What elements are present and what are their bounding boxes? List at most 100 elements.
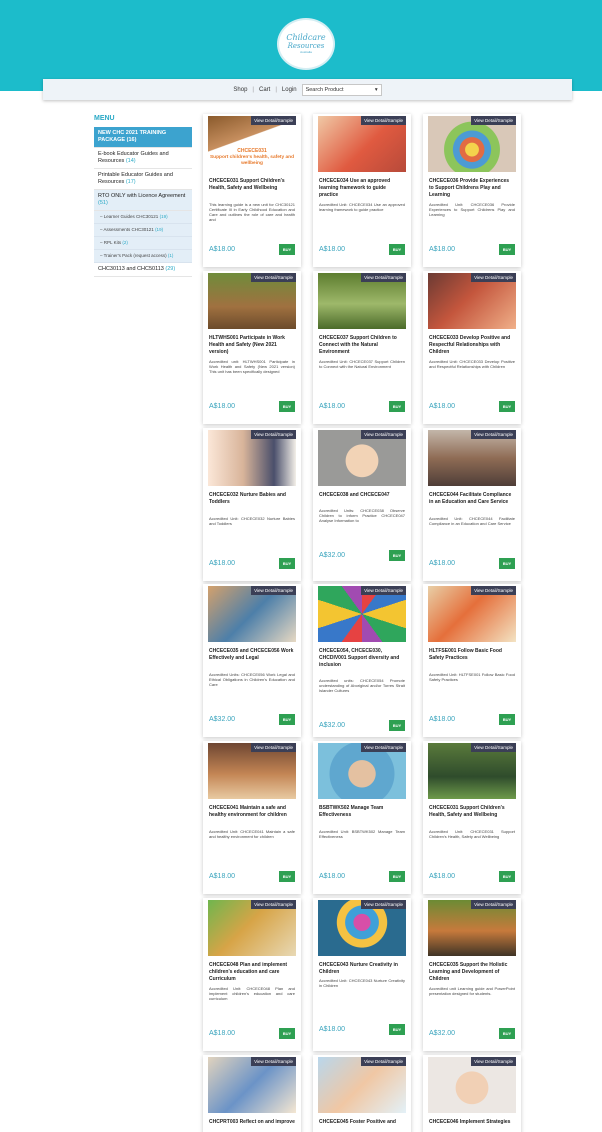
product-card[interactable]: View Detail/Sample CHCECE041 Maintain a … xyxy=(203,741,301,894)
product-card[interactable]: View Detail/Sample BSBTWK502 Manage Team… xyxy=(313,741,411,894)
buy-button[interactable]: BUY xyxy=(499,1028,515,1039)
view-detail-button[interactable]: View Detail/Sample xyxy=(471,273,516,282)
product-image[interactable]: View Detail/Sample xyxy=(318,586,406,642)
buy-button[interactable]: BUY xyxy=(279,244,295,255)
buy-button[interactable]: BUY xyxy=(499,714,515,725)
product-title[interactable]: CHCECE033 Develop Positive and Respectfu… xyxy=(429,335,515,356)
product-title[interactable]: CHCECE032 Nurture Babies and Toddlers xyxy=(209,492,295,506)
product-card[interactable]: View Detail/Sample CHCECE054, CHCECE030,… xyxy=(313,584,411,737)
product-title[interactable]: HLTFSE001 Follow Basic Food Safety Pract… xyxy=(429,648,515,662)
product-title[interactable]: CHCECE043 Nurture Creativity in Children xyxy=(319,962,405,976)
buy-button[interactable]: BUY xyxy=(389,550,405,561)
buy-button[interactable]: BUY xyxy=(389,244,405,255)
buy-button[interactable]: BUY xyxy=(389,871,405,882)
product-image[interactable]: View Detail/Sample xyxy=(428,430,516,486)
product-image[interactable]: View Detail/Sample xyxy=(318,116,406,172)
buy-button[interactable]: BUY xyxy=(279,871,295,882)
product-title[interactable]: BSBTWK502 Manage Team Effectiveness xyxy=(319,805,405,819)
view-detail-button[interactable]: View Detail/Sample xyxy=(361,273,406,282)
product-title[interactable]: CHCECE038 and CHCECE047 xyxy=(319,492,405,499)
sidebar-item-new-chc-2021[interactable]: NEW CHC 2021 TRAINING PACKAGE (16) xyxy=(94,127,192,148)
product-card[interactable]: View Detail/Sample CHCECE046 Implement S… xyxy=(423,1055,521,1132)
product-card[interactable]: View Detail/Sample CHCECE031 Support Chi… xyxy=(423,741,521,894)
product-title[interactable]: CHCECE044 Facilitate Compliance in an Ed… xyxy=(429,492,515,506)
view-detail-button[interactable]: View Detail/Sample xyxy=(361,430,406,439)
sidebar-subitem-assessments[interactable]: – Assessments CHC30121 (19) xyxy=(94,224,192,237)
sidebar-item-chc30113[interactable]: CHC30113 and CHC50113 (29) xyxy=(94,263,192,277)
product-image[interactable]: View Detail/Sample xyxy=(208,743,296,799)
product-card[interactable]: View Detail/Sample HLTFSE001 Follow Basi… xyxy=(423,584,521,737)
product-image[interactable]: View Detail/Sample xyxy=(208,900,296,956)
product-card[interactable]: View Detail/Sample CHCECE043 Nurture Cre… xyxy=(313,898,411,1051)
nav-login-link[interactable]: Login xyxy=(282,87,297,93)
product-image[interactable]: CHCECE031 Support children's health, saf… xyxy=(208,116,296,172)
product-image[interactable]: View Detail/Sample xyxy=(208,586,296,642)
product-card[interactable]: View Detail/Sample CHCECE045 Foster Posi… xyxy=(313,1055,411,1132)
product-image[interactable]: View Detail/Sample xyxy=(428,900,516,956)
sidebar-item-ebook-guides[interactable]: E-book Educator Guides and Resources (14… xyxy=(94,148,192,169)
product-image[interactable]: View Detail/Sample xyxy=(428,586,516,642)
view-detail-button[interactable]: View Detail/Sample xyxy=(251,430,296,439)
product-card[interactable]: CHCECE031 Support children's health, saf… xyxy=(203,114,301,267)
product-image[interactable]: View Detail/Sample xyxy=(318,743,406,799)
product-title[interactable]: CHCECE035 and CHCECE056 Work Effectively… xyxy=(209,648,295,662)
product-title[interactable]: CHCPRT003 Reflect on and improve xyxy=(209,1119,295,1126)
view-detail-button[interactable]: View Detail/Sample xyxy=(361,743,406,752)
product-title[interactable]: CHCECE036 Provide Experiences to Support… xyxy=(429,178,515,199)
product-card[interactable]: View Detail/Sample CHCECE033 Develop Pos… xyxy=(423,271,521,424)
view-detail-button[interactable]: View Detail/Sample xyxy=(471,586,516,595)
product-image[interactable]: View Detail/Sample xyxy=(208,430,296,486)
product-image[interactable]: View Detail/Sample xyxy=(428,743,516,799)
product-title[interactable]: CHCECE046 Implement Strategies xyxy=(429,1119,515,1126)
product-image[interactable]: View Detail/Sample xyxy=(208,1057,296,1113)
sidebar-item-rto-only[interactable]: RTO ONLY with Licence Agreement (51) xyxy=(94,190,192,211)
view-detail-button[interactable]: View Detail/Sample xyxy=(471,900,516,909)
product-title[interactable]: CHCECE041 Maintain a safe and healthy en… xyxy=(209,805,295,819)
product-image[interactable]: View Detail/Sample xyxy=(428,116,516,172)
view-detail-button[interactable]: View Detail/Sample xyxy=(471,1057,516,1066)
product-title[interactable]: CHCECE035 Support the Holistic Learning … xyxy=(429,962,515,983)
product-card[interactable]: View Detail/Sample HLTWHS001 Participate… xyxy=(203,271,301,424)
product-title[interactable]: CHCECE031 Support Children's Health, Saf… xyxy=(429,805,515,819)
nav-cart-link[interactable]: Cart xyxy=(259,87,270,93)
product-title[interactable]: CHCECE054, CHCECE030, CHCDIV001 Support … xyxy=(319,648,405,669)
product-image[interactable]: View Detail/Sample xyxy=(318,273,406,329)
view-detail-button[interactable]: View Detail/Sample xyxy=(251,273,296,282)
product-card[interactable]: View Detail/Sample CHCECE038 and CHCECE0… xyxy=(313,428,411,581)
product-card[interactable]: View Detail/Sample CHCECE044 Facilitate … xyxy=(423,428,521,581)
buy-button[interactable]: BUY xyxy=(279,714,295,725)
sidebar-subitem-learner-guides[interactable]: – Learner Guides CHC30121 (19) xyxy=(94,211,192,224)
buy-button[interactable]: BUY xyxy=(389,720,405,731)
product-title[interactable]: CHCECE045 Foster Positive and xyxy=(319,1119,405,1126)
product-image[interactable]: View Detail/Sample xyxy=(208,273,296,329)
product-image[interactable]: View Detail/Sample xyxy=(428,1057,516,1113)
sidebar-subitem-rpl-kits[interactable]: – RPL Kits (2) xyxy=(94,237,192,250)
product-card[interactable]: View Detail/Sample CHCECE048 Plan and im… xyxy=(203,898,301,1051)
product-title[interactable]: HLTWHS001 Participate in Work Health and… xyxy=(209,335,295,356)
buy-button[interactable]: BUY xyxy=(499,558,515,569)
nav-shop-link[interactable]: Shop xyxy=(233,87,247,93)
buy-button[interactable]: BUY xyxy=(279,401,295,412)
product-image[interactable]: View Detail/Sample xyxy=(318,900,406,956)
sidebar-subitem-trainers-pack[interactable]: – Trainer's Pack (request access) (1) xyxy=(94,250,192,263)
buy-button[interactable]: BUY xyxy=(389,1024,405,1035)
view-detail-button[interactable]: View Detail/Sample xyxy=(361,1057,406,1066)
buy-button[interactable]: BUY xyxy=(499,244,515,255)
buy-button[interactable]: BUY xyxy=(499,871,515,882)
view-detail-button[interactable]: View Detail/Sample xyxy=(361,116,406,125)
view-detail-button[interactable]: View Detail/Sample xyxy=(251,116,296,125)
product-card[interactable]: View Detail/Sample CHCECE035 Support the… xyxy=(423,898,521,1051)
product-image[interactable]: View Detail/Sample xyxy=(318,430,406,486)
product-image[interactable]: View Detail/Sample xyxy=(318,1057,406,1113)
product-card[interactable]: View Detail/Sample CHCECE034 Use an appr… xyxy=(313,114,411,267)
view-detail-button[interactable]: View Detail/Sample xyxy=(251,1057,296,1066)
product-title[interactable]: CHCECE034 Use an approved learning frame… xyxy=(319,178,405,199)
view-detail-button[interactable]: View Detail/Sample xyxy=(251,900,296,909)
product-card[interactable]: View Detail/Sample CHCECE035 and CHCECE0… xyxy=(203,584,301,737)
product-card[interactable]: View Detail/Sample CHCECE036 Provide Exp… xyxy=(423,114,521,267)
site-logo[interactable]: Childcare Resources Australia xyxy=(277,18,335,70)
view-detail-button[interactable]: View Detail/Sample xyxy=(361,586,406,595)
buy-button[interactable]: BUY xyxy=(279,558,295,569)
product-title[interactable]: CHCECE048 Plan and implement children's … xyxy=(209,962,295,983)
view-detail-button[interactable]: View Detail/Sample xyxy=(471,743,516,752)
